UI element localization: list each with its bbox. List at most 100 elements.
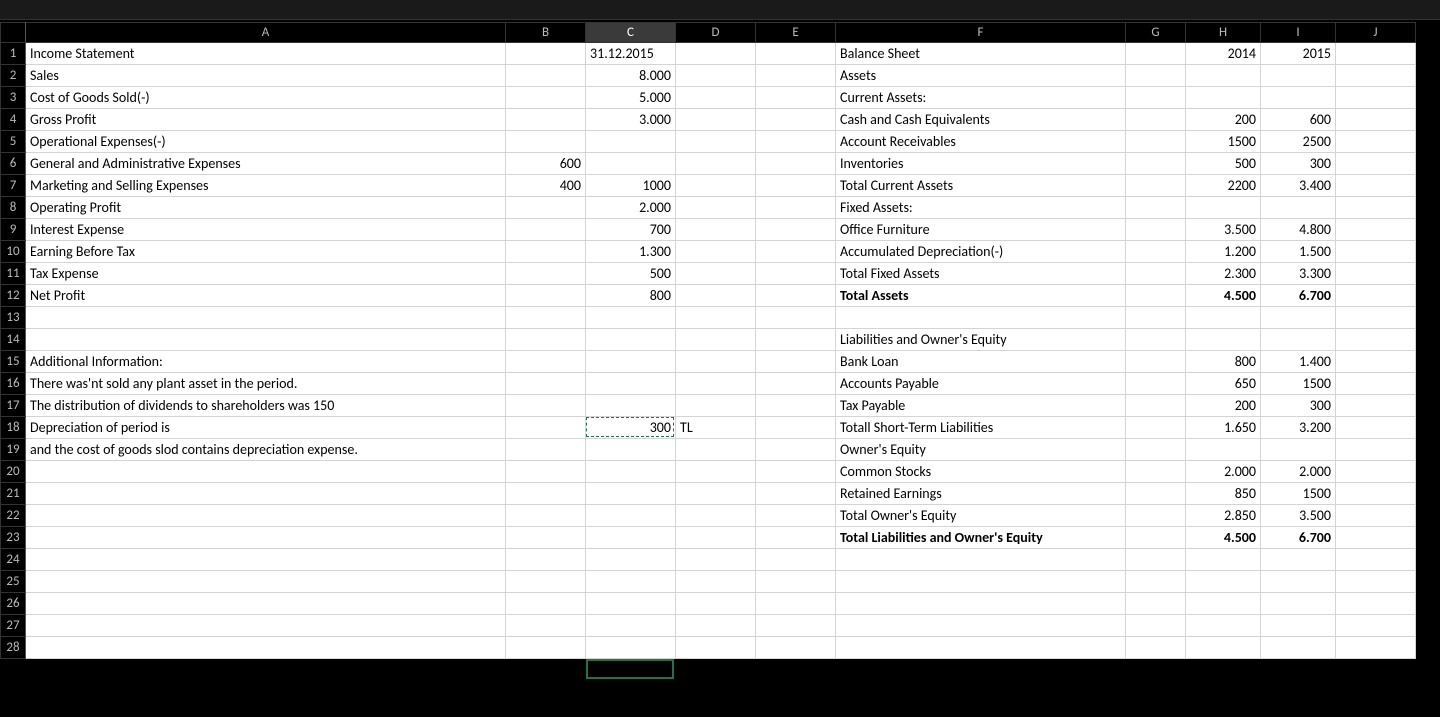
cell-B8[interactable] bbox=[506, 197, 586, 219]
cell-J2[interactable] bbox=[1336, 65, 1416, 87]
cell-D22[interactable] bbox=[676, 505, 756, 527]
cell-H14[interactable] bbox=[1186, 329, 1261, 351]
cell-F6[interactable]: Inventories bbox=[836, 153, 1126, 175]
cell-A20[interactable] bbox=[26, 461, 506, 483]
cell-J12[interactable] bbox=[1336, 285, 1416, 307]
cell-J15[interactable] bbox=[1336, 351, 1416, 373]
cell-C11[interactable]: 500 bbox=[586, 263, 676, 285]
cell-J8[interactable] bbox=[1336, 197, 1416, 219]
cell-H13[interactable] bbox=[1186, 307, 1261, 329]
cell-F25[interactable] bbox=[836, 571, 1126, 593]
cell-D12[interactable] bbox=[676, 285, 756, 307]
cell-A15[interactable]: Additional Information: bbox=[26, 351, 506, 373]
cell-A17[interactable]: The distribution of dividends to shareho… bbox=[26, 395, 506, 417]
cell-G24[interactable] bbox=[1126, 549, 1186, 571]
cell-I22[interactable]: 3.500 bbox=[1261, 505, 1336, 527]
cell-E27[interactable] bbox=[756, 615, 836, 637]
cell-C19[interactable] bbox=[586, 439, 676, 461]
cell-H15[interactable]: 800 bbox=[1186, 351, 1261, 373]
cell-E7[interactable] bbox=[756, 175, 836, 197]
row-header-11[interactable]: 11 bbox=[1, 263, 26, 285]
col-header-G[interactable]: G bbox=[1126, 23, 1186, 43]
row-header-8[interactable]: 8 bbox=[1, 197, 26, 219]
cell-D21[interactable] bbox=[676, 483, 756, 505]
cell-I23[interactable]: 6.700 bbox=[1261, 527, 1336, 549]
cell-A28[interactable] bbox=[26, 637, 506, 659]
cell-J13[interactable] bbox=[1336, 307, 1416, 329]
cell-A11[interactable]: Tax Expense bbox=[26, 263, 506, 285]
cell-I18[interactable]: 3.200 bbox=[1261, 417, 1336, 439]
cell-D11[interactable] bbox=[676, 263, 756, 285]
cell-F3[interactable]: Current Assets: bbox=[836, 87, 1126, 109]
cell-E22[interactable] bbox=[756, 505, 836, 527]
cell-H20[interactable]: 2.000 bbox=[1186, 461, 1261, 483]
cell-F13[interactable] bbox=[836, 307, 1126, 329]
row-header-24[interactable]: 24 bbox=[1, 549, 26, 571]
cell-H3[interactable] bbox=[1186, 87, 1261, 109]
cell-I6[interactable]: 300 bbox=[1261, 153, 1336, 175]
cell-I4[interactable]: 600 bbox=[1261, 109, 1336, 131]
cell-B19[interactable] bbox=[506, 439, 586, 461]
cell-G11[interactable] bbox=[1126, 263, 1186, 285]
cell-C20[interactable] bbox=[586, 461, 676, 483]
cell-I27[interactable] bbox=[1261, 615, 1336, 637]
cell-B21[interactable] bbox=[506, 483, 586, 505]
cell-I21[interactable]: 1500 bbox=[1261, 483, 1336, 505]
cell-A16[interactable]: There was'nt sold any plant asset in the… bbox=[26, 373, 506, 395]
cell-J4[interactable] bbox=[1336, 109, 1416, 131]
cell-G13[interactable] bbox=[1126, 307, 1186, 329]
cell-D18[interactable]: TL bbox=[676, 417, 756, 439]
row-header-26[interactable]: 26 bbox=[1, 593, 26, 615]
cell-J26[interactable] bbox=[1336, 593, 1416, 615]
cell-G3[interactable] bbox=[1126, 87, 1186, 109]
cell-E18[interactable] bbox=[756, 417, 836, 439]
cell-A5[interactable]: Operational Expenses(-) bbox=[26, 131, 506, 153]
cell-B5[interactable] bbox=[506, 131, 586, 153]
cell-C4[interactable]: 3.000 bbox=[586, 109, 676, 131]
cell-F23[interactable]: Total Liabilities and Owner's Equity bbox=[836, 527, 1126, 549]
cell-H24[interactable] bbox=[1186, 549, 1261, 571]
cell-C26[interactable] bbox=[586, 593, 676, 615]
cell-B15[interactable] bbox=[506, 351, 586, 373]
cell-F20[interactable]: Common Stocks bbox=[836, 461, 1126, 483]
cell-D3[interactable] bbox=[676, 87, 756, 109]
cell-G4[interactable] bbox=[1126, 109, 1186, 131]
cell-G27[interactable] bbox=[1126, 615, 1186, 637]
cell-C17[interactable] bbox=[586, 395, 676, 417]
cell-I8[interactable] bbox=[1261, 197, 1336, 219]
cell-B28[interactable] bbox=[506, 637, 586, 659]
cell-B2[interactable] bbox=[506, 65, 586, 87]
cell-C18[interactable]: 300 bbox=[586, 417, 676, 439]
cell-C10[interactable]: 1.300 bbox=[586, 241, 676, 263]
cell-I26[interactable] bbox=[1261, 593, 1336, 615]
row-header-7[interactable]: 7 bbox=[1, 175, 26, 197]
cell-G9[interactable] bbox=[1126, 219, 1186, 241]
cell-C12[interactable]: 800 bbox=[586, 285, 676, 307]
cell-G2[interactable] bbox=[1126, 65, 1186, 87]
cell-C25[interactable] bbox=[586, 571, 676, 593]
row-header-3[interactable]: 3 bbox=[1, 87, 26, 109]
row-header-14[interactable]: 14 bbox=[1, 329, 26, 351]
cell-C23[interactable] bbox=[586, 527, 676, 549]
cell-I24[interactable] bbox=[1261, 549, 1336, 571]
cell-D7[interactable] bbox=[676, 175, 756, 197]
formula-bar[interactable] bbox=[0, 0, 1440, 20]
cell-B3[interactable] bbox=[506, 87, 586, 109]
cell-J18[interactable] bbox=[1336, 417, 1416, 439]
cell-A18[interactable]: Depreciation of period is bbox=[26, 417, 506, 439]
cell-B22[interactable] bbox=[506, 505, 586, 527]
cell-H7[interactable]: 2200 bbox=[1186, 175, 1261, 197]
row-header-2[interactable]: 2 bbox=[1, 65, 26, 87]
cell-G6[interactable] bbox=[1126, 153, 1186, 175]
cell-G17[interactable] bbox=[1126, 395, 1186, 417]
cell-B4[interactable] bbox=[506, 109, 586, 131]
cell-E25[interactable] bbox=[756, 571, 836, 593]
cell-I13[interactable] bbox=[1261, 307, 1336, 329]
cell-E12[interactable] bbox=[756, 285, 836, 307]
cell-B23[interactable] bbox=[506, 527, 586, 549]
row-header-19[interactable]: 19 bbox=[1, 439, 26, 461]
cell-D23[interactable] bbox=[676, 527, 756, 549]
row-header-9[interactable]: 9 bbox=[1, 219, 26, 241]
cell-H6[interactable]: 500 bbox=[1186, 153, 1261, 175]
cell-C15[interactable] bbox=[586, 351, 676, 373]
